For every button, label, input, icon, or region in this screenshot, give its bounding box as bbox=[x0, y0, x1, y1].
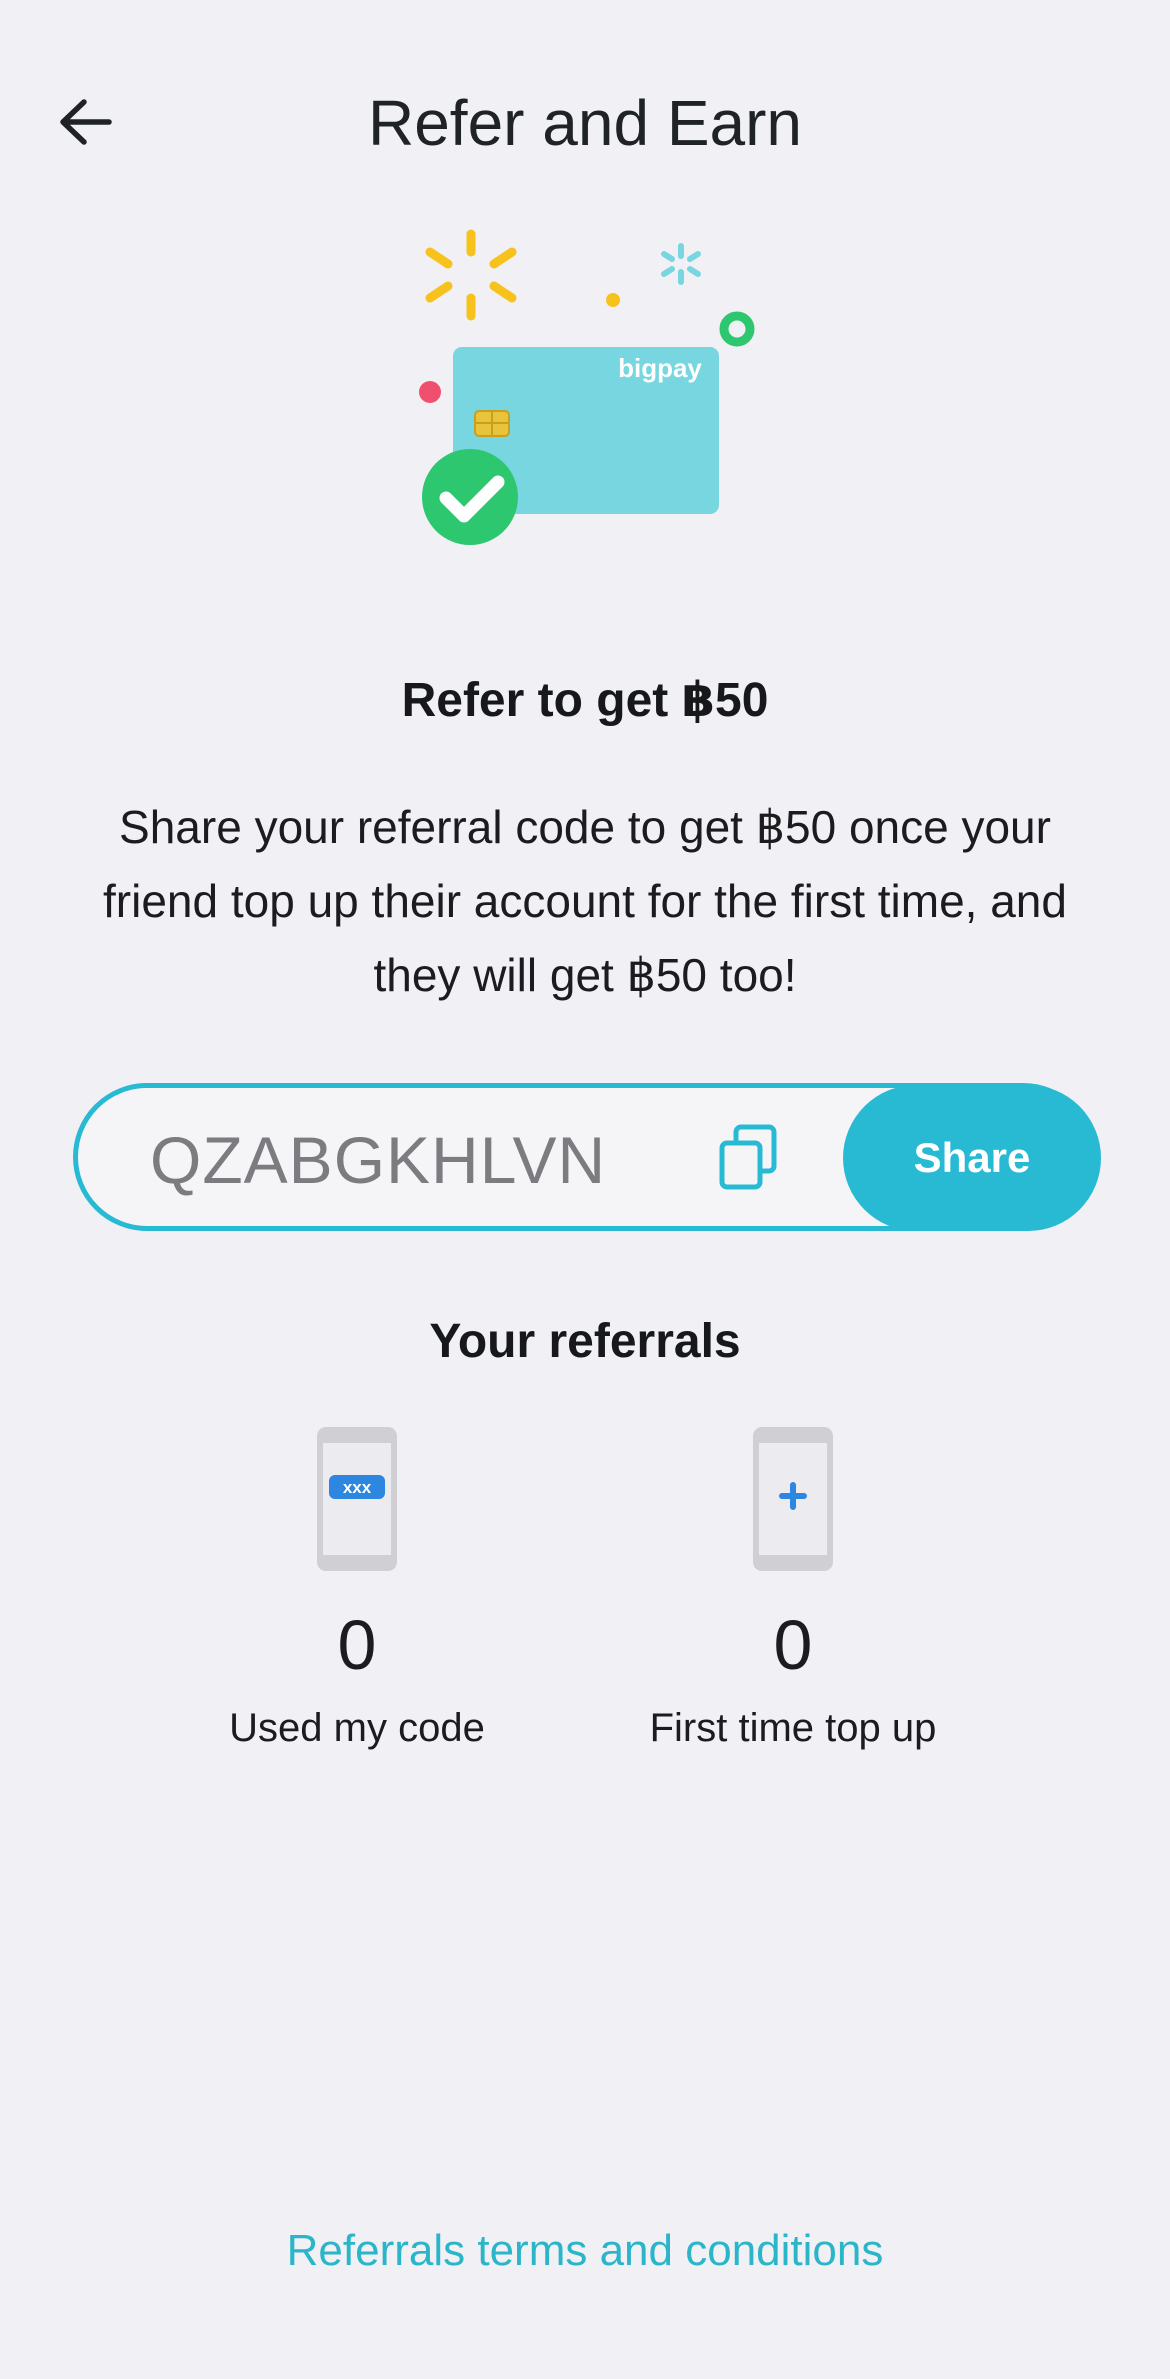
first-top-up-label: First time top up bbox=[649, 1706, 937, 1750]
used-code-label: Used my code bbox=[229, 1706, 485, 1750]
stat-first-top-up: 0 First time top up bbox=[628, 1425, 958, 1753]
yellow-sparkle-icon bbox=[425, 229, 517, 321]
copy-code-button[interactable] bbox=[708, 1118, 788, 1198]
blue-sparkle-icon bbox=[661, 243, 701, 285]
referral-code-field: QZABGKHLVN Share bbox=[73, 1083, 1101, 1231]
promo-heading: Refer to get ฿50 bbox=[401, 674, 769, 727]
copy-icon bbox=[719, 1124, 777, 1190]
phone-code-icon: xxx bbox=[317, 1427, 397, 1571]
terms-link[interactable]: Referrals terms and conditions bbox=[0, 2226, 1170, 2276]
referral-card-illustration: bigpay bbox=[419, 229, 755, 545]
referrals-heading: Your referrals bbox=[429, 1315, 741, 1368]
used-code-count: 0 bbox=[337, 1606, 377, 1684]
share-button[interactable]: Share bbox=[843, 1085, 1101, 1231]
app-header: Refer and Earn bbox=[0, 60, 1170, 185]
referral-code-text[interactable]: QZABGKHLVN bbox=[150, 1122, 606, 1198]
page-title: Refer and Earn bbox=[367, 87, 803, 159]
stat-used-code: xxx 0 Used my code bbox=[192, 1425, 522, 1753]
phone-plus-icon bbox=[753, 1427, 833, 1571]
check-badge-icon bbox=[422, 449, 518, 545]
svg-text:bigpay: bigpay bbox=[618, 353, 702, 383]
first-top-up-count: 0 bbox=[773, 1606, 813, 1684]
svg-text:xxx: xxx bbox=[343, 1478, 372, 1497]
promo-description: Share your referral code to get ฿50 once… bbox=[103, 801, 1067, 1001]
